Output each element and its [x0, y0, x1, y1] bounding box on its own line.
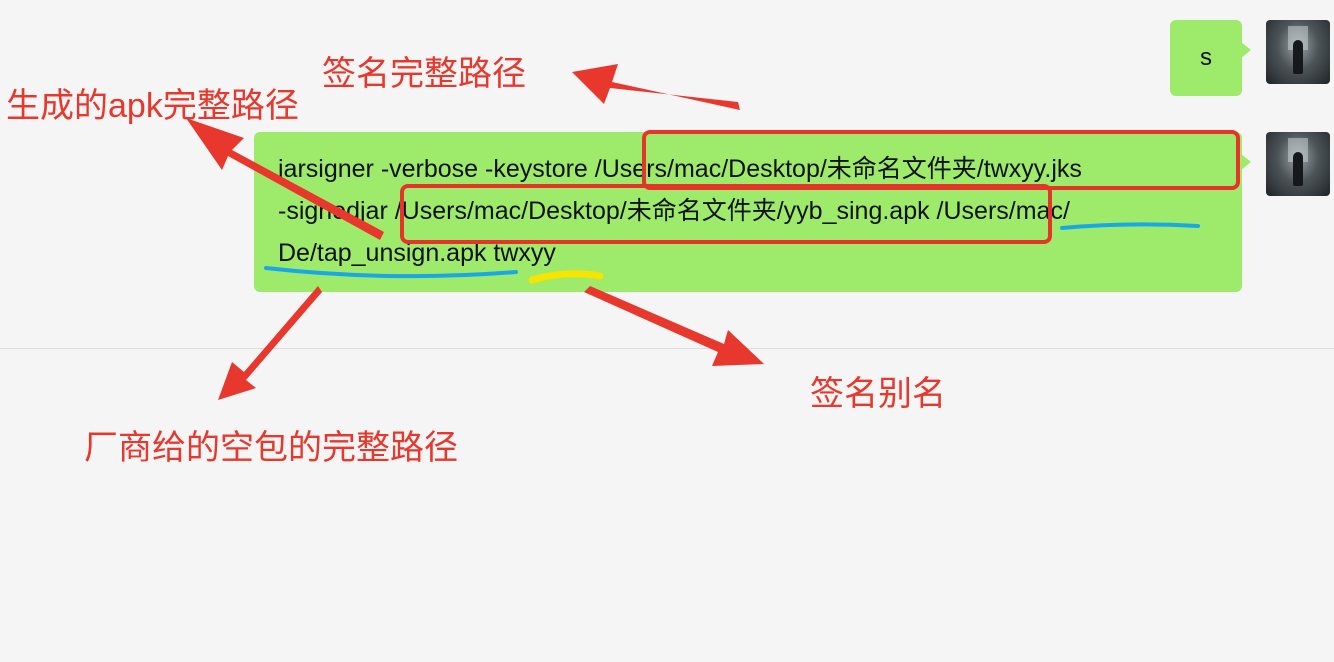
user-avatar-icon[interactable]	[1266, 132, 1330, 196]
annotation-keystore-path: 签名完整路径	[322, 55, 526, 93]
avatar-figure-shape	[1293, 40, 1303, 74]
output-apk-path-highlight	[400, 184, 1052, 244]
message-text: s	[1200, 44, 1212, 71]
alias-arrow-icon	[584, 286, 764, 366]
chat-screenshot: s jarsigner -verbose -keystore /Users/ma…	[0, 0, 1334, 662]
chat-divider	[0, 348, 1334, 349]
annotation-unsigned-apk-path: 厂商给的空包的完整路径	[84, 429, 458, 467]
keystore-path-highlight	[642, 130, 1240, 190]
annotation-output-apk-path: 生成的apk完整路径	[6, 87, 299, 125]
unsigned-apk-arrow-icon	[218, 286, 322, 400]
avatar-figure-shape	[1293, 152, 1303, 186]
keystore-arrow-icon	[572, 64, 740, 110]
user-avatar-icon[interactable]	[1266, 20, 1330, 84]
annotation-alias: 签名别名	[810, 375, 946, 413]
message-bubble-short[interactable]: s	[1170, 20, 1251, 96]
